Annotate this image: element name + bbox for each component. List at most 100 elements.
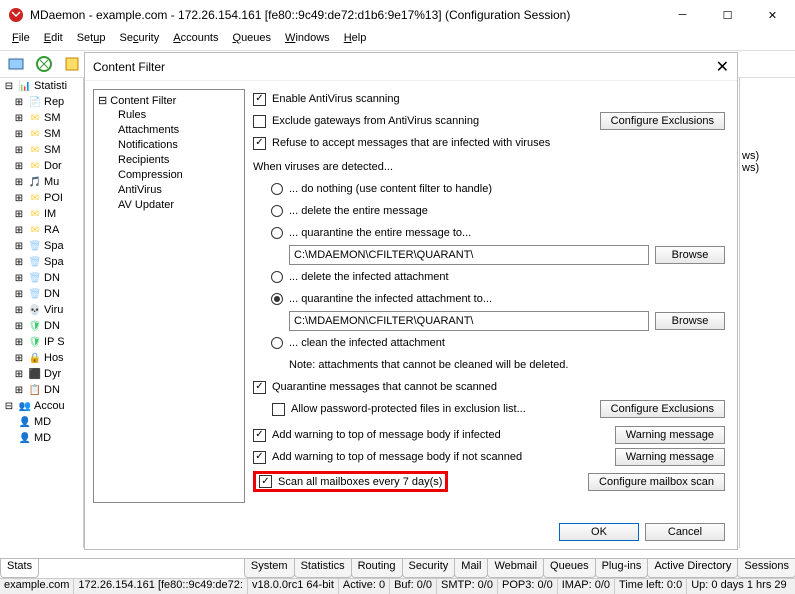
user-icon: 👤 [18,415,32,429]
warning-message-button-2[interactable]: Warning message [615,448,725,466]
item-icon: 🗑 [28,239,42,253]
quarantine-unscanned-checkbox[interactable]: ✓ [253,381,266,394]
radio-delete-msg[interactable] [271,205,283,217]
left-tree[interactable]: ⊟📊Statisti ⊞📄Rep⊞✉SM⊞✉SM⊞✉SM⊞✉Dor⊞🎵Mu⊞✉P… [0,78,84,548]
radio-quarantine-att[interactable] [271,293,283,305]
radio-quarantine-msg[interactable] [271,227,283,239]
tab-mail[interactable]: Mail [454,559,488,578]
item-icon: 💀 [28,303,42,317]
maximize-button[interactable]: ☐ [705,0,750,30]
dialog-tree-item[interactable]: AntiVirus [118,184,240,199]
item-icon: 🛡 [28,319,42,333]
cancel-button[interactable]: Cancel [645,523,725,541]
dialog-tree-item[interactable]: Rules [118,109,240,124]
dialog-tree-item[interactable]: Notifications [118,139,240,154]
tab-system[interactable]: System [244,559,295,578]
configure-mailbox-scan-button[interactable]: Configure mailbox scan [588,473,725,491]
radio-clean[interactable] [271,337,283,349]
minus-icon: ⊟ [2,399,16,413]
dialog-tree[interactable]: ⊟ Content Filter RulesAttachmentsNotific… [93,89,245,503]
tab-routing[interactable]: Routing [351,559,403,578]
minus-icon: ⊟ [2,79,16,93]
menu-queues[interactable]: Queues [227,30,278,50]
tree-item[interactable]: Mu [44,176,59,188]
tree-item[interactable]: Dyr [44,368,61,380]
tree-item[interactable]: DN [44,384,60,396]
browse-button-2[interactable]: Browse [655,312,725,330]
radio-delete-att[interactable] [271,271,283,283]
ok-button[interactable]: OK [559,523,639,541]
tab-sessions[interactable]: Sessions [737,559,795,578]
tree-root-accounts[interactable]: Accou [34,400,65,412]
tree-item[interactable]: IP S [44,336,65,348]
configure-exclusions-button-2[interactable]: Configure Exclusions [600,400,725,418]
menu-windows[interactable]: Windows [279,30,336,50]
tree-item[interactable]: Dor [44,160,62,172]
close-button[interactable]: ✕ [750,0,795,30]
toolbar-btn-2[interactable] [32,52,56,76]
allow-pw-checkbox[interactable] [272,403,285,416]
tab-statistics[interactable]: Statistics [294,559,352,578]
item-icon: ✉ [28,111,42,125]
toolbar-btn-1[interactable] [4,52,28,76]
menu-edit[interactable]: Edit [38,30,69,50]
tab-active-directory[interactable]: Active Directory [647,559,738,578]
tree-item[interactable]: Hos [44,352,64,364]
dialog-tree-item[interactable]: Compression [118,169,240,184]
tab-webmail[interactable]: Webmail [487,559,544,578]
tree-item[interactable]: DN [44,288,60,300]
item-icon: 📄 [28,95,42,109]
quarantine-path-2[interactable]: C:\MDAEMON\CFILTER\QUARANT\ [289,311,649,331]
menu-setup[interactable]: Setup [71,30,112,50]
warn-notscanned-checkbox[interactable]: ✓ [253,451,266,464]
tab-plug-ins[interactable]: Plug-ins [595,559,649,578]
menu-help[interactable]: Help [338,30,373,50]
tree-item[interactable]: Viru [44,304,63,316]
dialog-close-icon[interactable]: ✕ [716,57,729,77]
tree-item[interactable]: Spa [44,256,64,268]
statusbar: example.com 172.26.154.161 [fe80::9c49:d… [0,578,795,594]
enable-av-checkbox[interactable]: ✓ [253,93,266,106]
menu-file[interactable]: File [6,30,36,50]
radio-nothing[interactable] [271,183,283,195]
tab-queues[interactable]: Queues [543,559,596,578]
tree-item[interactable]: POI [44,192,63,204]
dialog-tree-item[interactable]: AV Updater [118,199,240,214]
tree-root-stats[interactable]: Statisti [34,80,67,92]
scan-mailboxes-checkbox[interactable]: ✓ [259,475,272,488]
dialog-tree-item[interactable]: Attachments [118,124,240,139]
minimize-button[interactable]: ─ [660,0,705,30]
status-buf: Buf: 0/0 [390,579,437,594]
exclude-gw-checkbox[interactable] [253,115,266,128]
menu-accounts[interactable]: Accounts [167,30,224,50]
tree-item[interactable]: MD [34,432,51,444]
dialog-title: Content Filter [93,60,716,74]
tree-item[interactable]: SM [44,128,61,140]
warn-infected-checkbox[interactable]: ✓ [253,429,266,442]
tree-item[interactable]: SM [44,112,61,124]
tab-stats[interactable]: Stats [0,559,39,578]
tree-item[interactable]: DN [44,320,60,332]
tree-item[interactable]: MD [34,416,51,428]
tab-security[interactable]: Security [402,559,456,578]
tree-item[interactable]: Rep [44,96,64,108]
bottom-tabs: Stats SystemStatisticsRoutingSecurityMai… [0,558,795,578]
status-smtp: SMTP: 0/0 [437,579,498,594]
warning-message-button-1[interactable]: Warning message [615,426,725,444]
toolbar-btn-3[interactable] [60,52,84,76]
tree-item[interactable]: DN [44,272,60,284]
scan-mailboxes-highlight: ✓ Scan all mailboxes every 7 day(s) [253,471,448,492]
status-version: v18.0.0rc1 64-bit [248,579,339,594]
tree-item[interactable]: Spa [44,240,64,252]
configure-exclusions-button[interactable]: Configure Exclusions [600,112,725,130]
tree-item[interactable]: IM [44,208,56,220]
dialog-tree-item[interactable]: Recipients [118,154,240,169]
browse-button-1[interactable]: Browse [655,246,725,264]
tree-item[interactable]: SM [44,144,61,156]
refuse-checkbox[interactable]: ✓ [253,137,266,150]
tree-item[interactable]: RA [44,224,59,236]
status-host: example.com [0,579,74,594]
quarantine-path-1[interactable]: C:\MDAEMON\CFILTER\QUARANT\ [289,245,649,265]
item-icon: ✉ [28,207,42,221]
menu-security[interactable]: Security [113,30,165,50]
